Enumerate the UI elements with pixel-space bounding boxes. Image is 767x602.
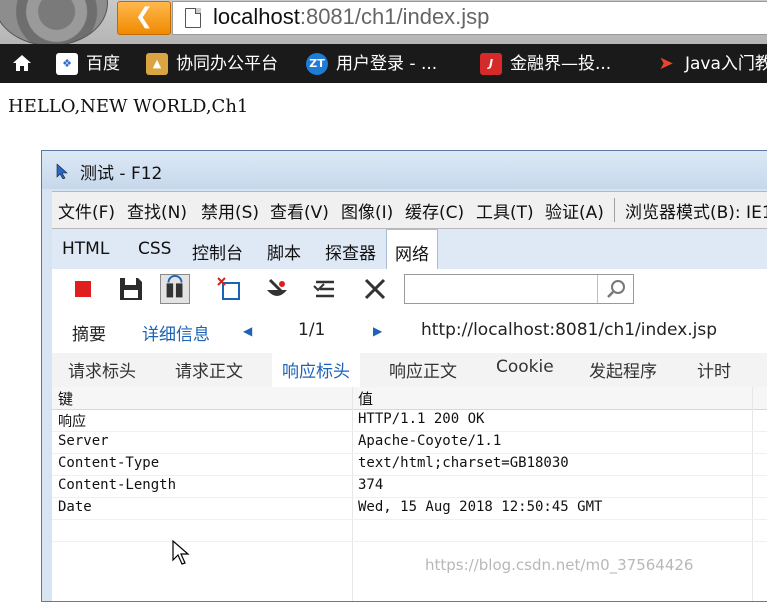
stop-capture-icon[interactable] bbox=[68, 274, 98, 304]
menu-disable[interactable]: 禁用(S) bbox=[201, 198, 259, 223]
menu-file[interactable]: 文件(F) bbox=[58, 198, 115, 223]
header-key: Content-Length bbox=[58, 477, 177, 493]
header-key: Content-Type bbox=[58, 455, 160, 471]
subtab-response-headers[interactable]: 响应标头 bbox=[272, 353, 360, 387]
menu-tools[interactable]: 工具(T) bbox=[476, 198, 534, 223]
watermark: https://blog.csdn.net/m0_37564426 bbox=[425, 556, 694, 574]
header-value: text/html;charset=GB18030 bbox=[358, 455, 569, 471]
always-refresh-icon[interactable] bbox=[160, 274, 190, 304]
mouse-pointer-icon bbox=[172, 540, 190, 565]
header-key: Date bbox=[58, 499, 92, 515]
baidu-paw-icon: ❖ bbox=[56, 53, 78, 75]
page-document-icon bbox=[185, 8, 201, 28]
bookmark-oa[interactable]: ▲ 协同办公平台 bbox=[146, 52, 278, 76]
summary-link[interactable]: 摘要 bbox=[72, 320, 106, 345]
bookmark-label: 金融界—投... bbox=[510, 54, 612, 74]
close-icon[interactable] bbox=[360, 274, 390, 304]
bookmark-label: 协同办公平台 bbox=[176, 54, 278, 74]
menu-browser-mode[interactable]: 浏览器模式(B): IE1 bbox=[625, 198, 767, 223]
bookmarks-bar: ❖ 百度 ▲ 协同办公平台 ZT 用户登录 - ... J 金融界—投... ➤ Java… bbox=[0, 44, 767, 83]
bookmark-java[interactable]: ➤ Java入门教 bbox=[655, 52, 767, 76]
search-icon[interactable] bbox=[597, 275, 634, 303]
devtools-titlebar[interactable]: 测试 - F12 bbox=[42, 151, 767, 189]
menu-view[interactable]: 查看(V) bbox=[270, 198, 329, 223]
home-icon[interactable] bbox=[12, 54, 32, 72]
address-text[interactable]: localhost:8081/ch1/index.jsp bbox=[213, 4, 489, 30]
back-button[interactable]: ❮ bbox=[117, 1, 171, 35]
menu-images[interactable]: 图像(I) bbox=[341, 198, 393, 223]
table-row[interactable]: Date Wed, 15 Aug 2018 12:50:45 GMT bbox=[52, 497, 767, 520]
subtab-request-headers[interactable]: 请求标头 bbox=[68, 357, 136, 382]
table-row[interactable]: Content-Type text/html;charset=GB18030 bbox=[52, 453, 767, 476]
tab-css[interactable]: CSS bbox=[138, 239, 171, 259]
subtab-response-body[interactable]: 响应正文 bbox=[389, 357, 457, 382]
request-url: http://localhost:8081/ch1/index.jsp bbox=[421, 320, 718, 340]
table-row[interactable]: 响应 HTTP/1.1 200 OK bbox=[52, 409, 767, 432]
network-toolbar bbox=[52, 269, 767, 310]
page-indicator: 1/1 bbox=[298, 320, 326, 340]
devtools-title: 测试 - F12 bbox=[80, 164, 163, 184]
tab-html[interactable]: HTML bbox=[62, 239, 109, 259]
tab-profiler[interactable]: 探查器 bbox=[325, 239, 376, 264]
header-key: 响应 bbox=[58, 414, 86, 430]
url-host: localhost bbox=[213, 4, 300, 29]
subtab-initiator[interactable]: 发起程序 bbox=[589, 357, 657, 382]
network-detail-nav: 摘要 详细信息 ◀ 1/1 ▶ http://localhost:8081/ch… bbox=[52, 309, 767, 353]
header-key: Server bbox=[58, 433, 109, 449]
prev-arrow-icon[interactable]: ◀ bbox=[243, 324, 252, 338]
details-link[interactable]: 详细信息 bbox=[142, 320, 210, 345]
menu-validate[interactable]: 验证(A) bbox=[545, 198, 604, 223]
jrj-logo-icon: J bbox=[480, 53, 502, 75]
column-header-value[interactable]: 值 bbox=[358, 388, 373, 409]
header-value: Apache-Coyote/1.1 bbox=[358, 433, 502, 449]
table-row bbox=[52, 519, 767, 542]
subtab-timings[interactable]: 计时 bbox=[697, 357, 731, 382]
save-icon[interactable] bbox=[116, 274, 146, 304]
bookmark-label: 用户登录 - ... bbox=[336, 54, 438, 74]
menu-separator bbox=[614, 198, 615, 222]
url-path: :8081/ch1/index.jsp bbox=[299, 4, 490, 29]
zt-logo-icon: ZT bbox=[306, 53, 328, 75]
clear-entries-icon[interactable] bbox=[214, 274, 244, 304]
detail-subtabs: 请求标头 请求正文 响应标头 响应正文 Cookie 发起程序 计时 bbox=[52, 353, 767, 387]
clear-list-icon[interactable] bbox=[310, 274, 340, 304]
subtab-request-body[interactable]: 请求正文 bbox=[175, 357, 243, 382]
bookmark-baidu[interactable]: ❖ 百度 bbox=[56, 52, 120, 76]
page-body-text: HELLO,NEW WORLD,Ch1 bbox=[8, 96, 249, 117]
bookmark-label: Java入门教 bbox=[685, 54, 767, 74]
bookmark-user-login[interactable]: ZT 用户登录 - ... bbox=[306, 52, 437, 76]
clear-cache-icon[interactable] bbox=[262, 274, 292, 304]
bookmark-jrj[interactable]: J 金融界—投... bbox=[480, 52, 611, 76]
header-value: 374 bbox=[358, 477, 384, 493]
tab-console[interactable]: 控制台 bbox=[192, 239, 243, 264]
grid-header-row: 键 值 bbox=[52, 387, 767, 410]
header-value: Wed, 15 Aug 2018 12:50:45 GMT bbox=[358, 499, 603, 515]
next-arrow-icon[interactable]: ▶ bbox=[373, 324, 382, 338]
devtools-cursor-icon bbox=[56, 163, 68, 179]
devtools-menubar: 文件(F) 查找(N) 禁用(S) 查看(V) 图像(I) 缓存(C) 工具(T… bbox=[52, 191, 767, 229]
bookmark-label: 百度 bbox=[86, 54, 120, 74]
column-header-key[interactable]: 键 bbox=[58, 388, 73, 409]
address-bar[interactable]: localhost:8081/ch1/index.jsp bbox=[172, 1, 767, 35]
swift-bird-icon: ➤ bbox=[658, 53, 674, 74]
browser-logo-icon bbox=[0, 0, 108, 46]
header-value: HTTP/1.1 200 OK bbox=[358, 411, 485, 427]
menu-cache[interactable]: 缓存(C) bbox=[405, 198, 464, 223]
browser-topbar: ❮ localhost:8081/ch1/index.jsp bbox=[0, 0, 767, 46]
devtools-window: 测试 - F12 文件(F) 查找(N) 禁用(S) 查看(V) 图像(I) 缓… bbox=[41, 150, 767, 602]
subtab-cookie[interactable]: Cookie bbox=[496, 357, 554, 377]
tab-network[interactable]: 网络 bbox=[386, 229, 438, 269]
devtools-tabs: HTML CSS 控制台 脚本 探查器 网络 bbox=[52, 229, 767, 269]
fox-icon: ▲ bbox=[146, 53, 168, 75]
table-row[interactable]: Server Apache-Coyote/1.1 bbox=[52, 431, 767, 454]
search-input[interactable] bbox=[404, 274, 634, 304]
table-row[interactable]: Content-Length 374 bbox=[52, 475, 767, 498]
tab-script[interactable]: 脚本 bbox=[267, 239, 301, 264]
menu-find[interactable]: 查找(N) bbox=[127, 198, 187, 223]
